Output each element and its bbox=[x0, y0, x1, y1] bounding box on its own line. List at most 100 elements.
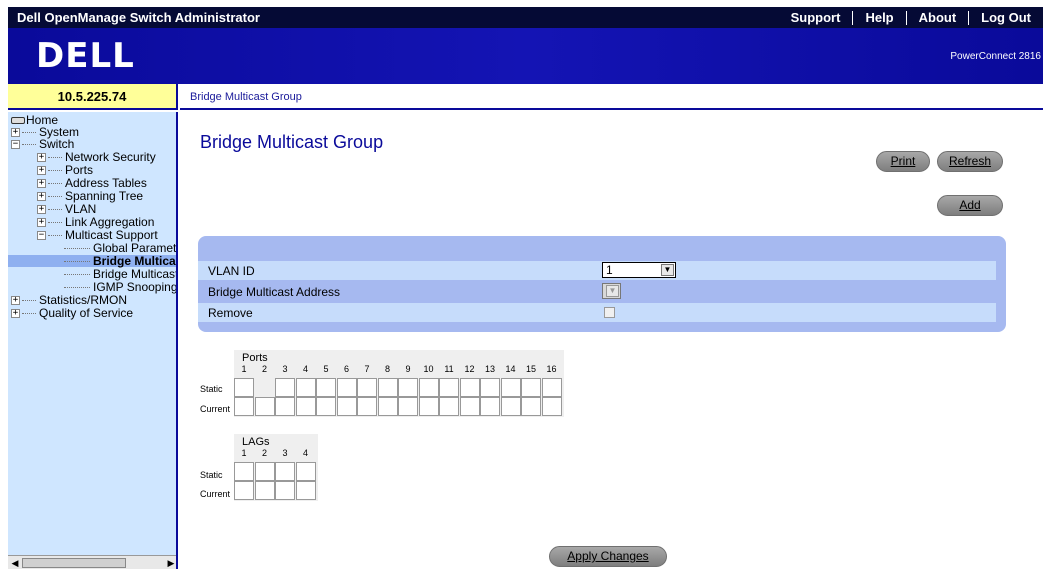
about-link[interactable]: About bbox=[905, 10, 969, 25]
current-port-cell bbox=[377, 397, 398, 416]
current-port-cell bbox=[480, 397, 500, 416]
port-number-label: 2 bbox=[261, 448, 267, 458]
refresh-button[interactable]: Refresh bbox=[937, 151, 1003, 172]
current-port-cell bbox=[398, 397, 418, 416]
static-port-cell[interactable] bbox=[398, 378, 418, 397]
expand-icon[interactable]: + bbox=[11, 296, 20, 306]
breadcrumb: Bridge Multicast Group bbox=[180, 84, 1043, 110]
page-title: Bridge Multicast Group bbox=[200, 132, 384, 152]
port-number-label: 3 bbox=[282, 364, 288, 374]
port-number-label: 9 bbox=[405, 364, 411, 374]
expand-icon[interactable]: + bbox=[37, 218, 46, 228]
scroll-right-icon[interactable]: ▶ bbox=[165, 557, 176, 569]
collapse-icon[interactable]: − bbox=[37, 231, 46, 241]
tree-item-spanning-tree[interactable]: + Spanning Tree bbox=[37, 190, 143, 202]
static-port-cell[interactable] bbox=[480, 378, 500, 397]
tree-item-switch[interactable]: − Switch bbox=[11, 138, 74, 150]
static-port-cell[interactable] bbox=[295, 378, 316, 397]
logout-link[interactable]: Log Out bbox=[968, 10, 1043, 25]
tree-item-global-parameters[interactable]: Global Parameters bbox=[64, 242, 176, 254]
tree-item-statistics-rmon[interactable]: + Statistics/RMON bbox=[11, 294, 127, 306]
tree-connector bbox=[64, 261, 90, 263]
static-port-cell[interactable] bbox=[234, 462, 254, 481]
lags-static-label: Static bbox=[200, 470, 223, 480]
current-port-cell bbox=[234, 481, 254, 500]
static-port-cell[interactable] bbox=[459, 378, 480, 397]
tree-label: Bridge Multicast Group bbox=[93, 254, 176, 268]
static-port-cell[interactable] bbox=[295, 462, 316, 481]
expand-icon[interactable]: + bbox=[11, 309, 20, 319]
chevron-down-icon[interactable]: ▼ bbox=[661, 264, 674, 276]
expand-icon[interactable]: + bbox=[37, 179, 46, 189]
chevron-down-icon[interactable]: ▼ bbox=[606, 285, 619, 297]
tree-connector bbox=[48, 170, 62, 172]
bridge-multicast-address-label: Bridge Multicast Address bbox=[208, 285, 341, 299]
port-number-label: 5 bbox=[323, 364, 329, 374]
bridge-multicast-address-select[interactable]: ▼ bbox=[602, 283, 621, 299]
tree-item-network-security[interactable]: + Network Security bbox=[37, 151, 156, 163]
expand-icon[interactable]: + bbox=[37, 192, 46, 202]
tree-item-igmp-snooping[interactable]: IGMP Snooping bbox=[64, 281, 176, 293]
expand-icon[interactable]: + bbox=[37, 153, 46, 163]
add-button[interactable]: Add bbox=[937, 195, 1003, 216]
port-number-label: 16 bbox=[546, 364, 557, 374]
apply-changes-button[interactable]: Apply Changes bbox=[549, 546, 667, 567]
support-link[interactable]: Support bbox=[779, 10, 853, 25]
static-port-cell[interactable] bbox=[377, 378, 398, 397]
header-banner: DELL PowerConnect 2816 bbox=[8, 28, 1043, 84]
expand-icon[interactable]: + bbox=[11, 128, 20, 138]
static-port-cell[interactable] bbox=[316, 378, 336, 397]
sidebar-tree: Home + System − Switch + Network Security +… bbox=[8, 112, 178, 569]
tree-connector bbox=[48, 209, 62, 211]
static-port-cell[interactable] bbox=[255, 378, 275, 397]
static-port-cell[interactable] bbox=[541, 378, 562, 397]
tree-item-vlan[interactable]: + VLAN bbox=[37, 203, 96, 215]
current-port-cell bbox=[459, 397, 480, 416]
dell-logo: DELL bbox=[36, 36, 135, 76]
static-port-cell[interactable] bbox=[275, 462, 295, 481]
current-port-cell bbox=[418, 397, 439, 416]
tree-label: VLAN bbox=[65, 202, 97, 216]
current-port-cell bbox=[295, 481, 316, 500]
vlan-id-select[interactable]: 1 ▼ bbox=[602, 262, 676, 278]
tree-label: Spanning Tree bbox=[65, 189, 144, 203]
tree-item-address-tables[interactable]: + Address Tables bbox=[37, 177, 147, 189]
tree-connector bbox=[48, 183, 62, 185]
static-port-cell[interactable] bbox=[439, 378, 459, 397]
collapse-icon[interactable]: − bbox=[11, 140, 20, 150]
print-button[interactable]: Print bbox=[876, 151, 930, 172]
port-number-label: 14 bbox=[505, 364, 516, 374]
static-port-cell[interactable] bbox=[521, 378, 541, 397]
sidebar-horizontal-scrollbar[interactable]: ◀ ▶ bbox=[8, 555, 176, 569]
lags-title: LAGs bbox=[242, 436, 270, 448]
tree-label: Ports bbox=[65, 163, 94, 177]
scroll-left-icon[interactable]: ◀ bbox=[9, 557, 21, 569]
tree-item-bridge-multicast-group[interactable]: Bridge Multicast Group bbox=[8, 254, 176, 268]
tree-item-ports[interactable]: + Ports bbox=[37, 164, 93, 176]
port-number-label: 4 bbox=[302, 364, 308, 374]
tree-label: Link Aggregation bbox=[65, 215, 155, 229]
tree-item-multicast-support[interactable]: − Multicast Support bbox=[37, 229, 158, 241]
static-port-cell[interactable] bbox=[500, 378, 521, 397]
static-port-cell[interactable] bbox=[234, 378, 254, 397]
remove-checkbox[interactable] bbox=[604, 307, 615, 318]
app-title: Dell OpenManage Switch Administrator bbox=[17, 10, 260, 25]
help-link[interactable]: Help bbox=[852, 10, 905, 25]
tree-item-quality-of-service[interactable]: + Quality of Service bbox=[11, 307, 133, 319]
expand-icon[interactable]: + bbox=[37, 205, 46, 215]
tree-label: Address Tables bbox=[65, 176, 147, 190]
static-port-cell[interactable] bbox=[418, 378, 439, 397]
tree-item-bridge-multicast-forward-all[interactable]: Bridge Multicast Forward All bbox=[64, 268, 176, 280]
tree-item-link-aggregation[interactable]: + Link Aggregation bbox=[37, 216, 154, 228]
static-port-cell[interactable] bbox=[275, 378, 295, 397]
static-port-cell[interactable] bbox=[357, 378, 377, 397]
tree-label: Network Security bbox=[65, 150, 156, 164]
static-port-cell[interactable] bbox=[254, 462, 275, 481]
scrollbar-thumb[interactable] bbox=[22, 558, 126, 568]
port-number-label: 13 bbox=[484, 364, 495, 374]
expand-icon[interactable]: + bbox=[37, 166, 46, 176]
product-name: PowerConnect 2816 bbox=[950, 51, 1041, 62]
static-port-cell[interactable] bbox=[336, 378, 357, 397]
vlan-id-row: VLAN ID 1 ▼ bbox=[198, 261, 996, 280]
port-number-label: 12 bbox=[464, 364, 475, 374]
